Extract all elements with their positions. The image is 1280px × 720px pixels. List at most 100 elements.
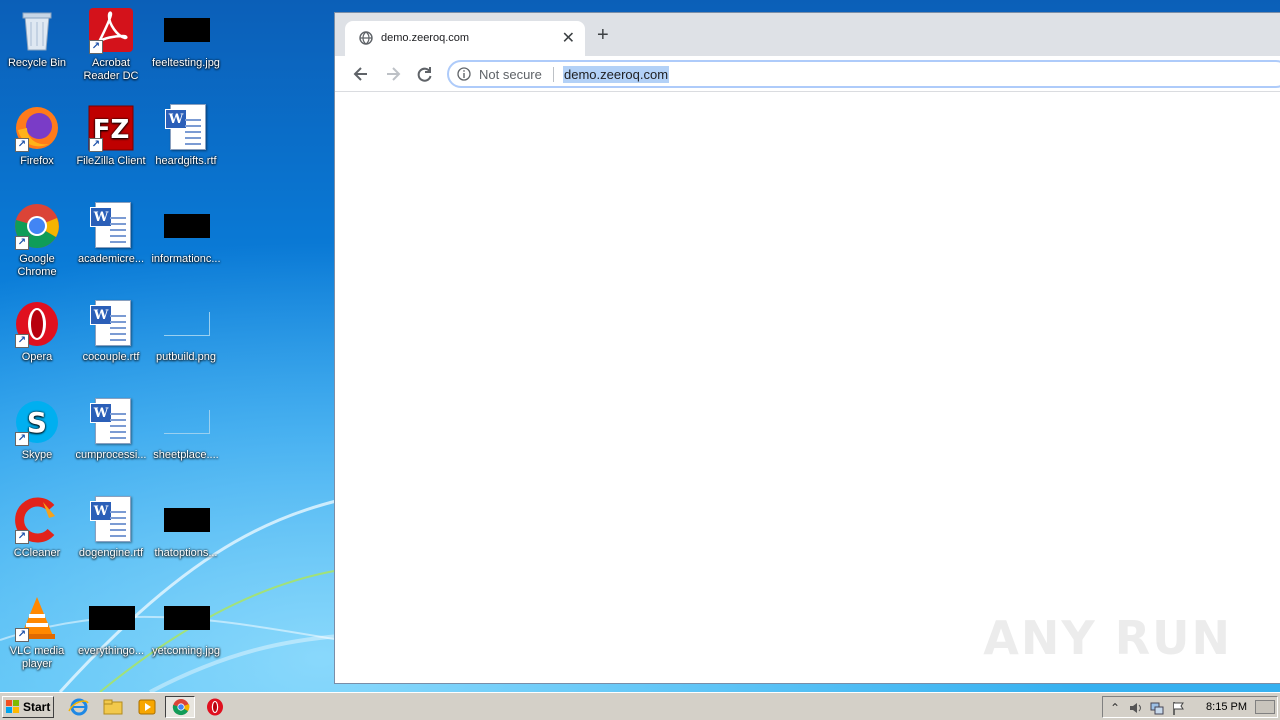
image-file-icon <box>87 594 135 642</box>
desktop-icon-label: FileZilla Client <box>76 155 146 167</box>
shortcut-arrow-icon: ↗ <box>15 432 29 446</box>
info-icon[interactable] <box>457 67 471 81</box>
desktop-icon-recycle-bin[interactable]: Recycle Bin <box>0 6 74 70</box>
desktop-icon-yetcoming[interactable]: yetcoming.jpg <box>149 594 223 658</box>
desktop-icon-firefox[interactable]: ↗ Firefox <box>0 104 74 168</box>
filezilla-icon: FZ ↗ <box>87 104 135 152</box>
desktop-icon-label: Google Chrome <box>17 253 57 278</box>
desktop-icon-label: sheetplace.... <box>153 449 219 461</box>
desktop-icon-label: cocouple.rtf <box>82 351 140 363</box>
chrome-taskbar-icon[interactable] <box>165 696 195 718</box>
desktop-icon-everythingo[interactable]: everythingo... <box>74 594 148 658</box>
image-file-icon <box>162 496 210 544</box>
acrobat-icon: ↗ <box>87 6 135 54</box>
desktop-icon-label: VLC media player <box>9 645 65 670</box>
image-file-icon <box>162 398 210 446</box>
desktop-icon-putbuild[interactable]: putbuild.png <box>149 300 223 364</box>
image-file-icon <box>162 300 210 348</box>
network-icon[interactable] <box>1149 700 1165 716</box>
browser-toolbar: Not secure demo.zeeroq.com <box>335 56 1280 92</box>
opera-taskbar-icon[interactable] <box>204 697 226 717</box>
desktop-icon-label: Firefox <box>20 155 54 167</box>
desktop-icon-feeltesting[interactable]: feeltesting.jpg <box>149 6 223 70</box>
firefox-icon: ↗ <box>13 104 61 152</box>
skype-icon: S ↗ <box>13 398 61 446</box>
shortcut-arrow-icon: ↗ <box>89 138 103 152</box>
media-player-icon[interactable] <box>136 697 158 717</box>
shortcut-arrow-icon: ↗ <box>15 530 29 544</box>
start-label: Start <box>23 700 51 714</box>
action-center-flag-icon[interactable] <box>1171 700 1187 716</box>
browser-tab[interactable]: demo.zeeroq.com ✕ <box>345 21 585 56</box>
tab-title: demo.zeeroq.com <box>381 32 470 44</box>
desktop-icon-ccleaner[interactable]: ↗ CCleaner <box>0 496 74 560</box>
taskbar: Start ⌃ 8:15 PM <box>0 692 1280 720</box>
word-doc-icon: W <box>87 398 135 446</box>
shortcut-arrow-icon: ↗ <box>15 628 29 642</box>
image-file-icon <box>162 594 210 642</box>
clock[interactable]: 8:15 PM <box>1206 701 1247 713</box>
desktop-icon-label: heardgifts.rtf <box>155 155 217 167</box>
globe-icon <box>359 31 373 45</box>
desktop-icon-academicre[interactable]: W academicre... <box>74 202 148 266</box>
address-bar[interactable]: Not secure demo.zeeroq.com <box>447 60 1280 88</box>
desktop-icon-label: dogengine.rtf <box>78 547 144 559</box>
desktop-icon-informationc[interactable]: informationc... <box>149 202 223 266</box>
word-doc-icon: W <box>87 300 135 348</box>
new-tab-icon[interactable]: + <box>597 25 609 45</box>
desktop-icon-label: CCleaner <box>13 547 61 559</box>
desktop-icon-skype[interactable]: S ↗ Skype <box>0 398 74 462</box>
desktop-icon-label: feeltesting.jpg <box>152 57 220 69</box>
internet-explorer-icon[interactable] <box>68 697 90 717</box>
svg-text:S: S <box>27 406 47 439</box>
start-button[interactable]: Start <box>2 696 54 718</box>
reload-icon[interactable] <box>415 64 435 84</box>
ccleaner-icon: ↗ <box>13 496 61 544</box>
desktop-icon-label: yetcoming.jpg <box>152 645 220 657</box>
desktop-icon-label: cumprocessi... <box>75 449 147 461</box>
desktop-icon-filezilla[interactable]: FZ ↗ FileZilla Client <box>74 104 148 168</box>
url-text[interactable]: demo.zeeroq.com <box>563 66 670 83</box>
desktop-icon-label: everythingo... <box>77 645 145 657</box>
desktop-icon-label: Recycle Bin <box>7 57 67 69</box>
recycle-bin-icon <box>13 6 61 54</box>
chrome-window: demo.zeeroq.com ✕ + Not secure demo.zeer… <box>334 12 1280 684</box>
word-doc-icon: W <box>162 104 210 152</box>
desktop-icon-heardgifts[interactable]: W heardgifts.rtf <box>149 104 223 168</box>
system-tray: ⌃ 8:15 PM <box>1102 696 1278 718</box>
desktop-icon-label: putbuild.png <box>156 351 216 363</box>
desktop-icon-opera[interactable]: ↗ Opera <box>0 300 74 364</box>
tab-strip: demo.zeeroq.com ✕ + <box>335 13 1280 56</box>
desktop-icon-acrobat[interactable]: ↗ Acrobat Reader DC <box>74 6 148 83</box>
image-file-icon <box>162 6 210 54</box>
desktop-icon-thatoptions[interactable]: thatoptions... <box>149 496 223 560</box>
show-desktop-button[interactable] <box>1255 700 1275 714</box>
desktop-icon-vlc[interactable]: ↗ VLC media player <box>0 594 74 671</box>
shortcut-arrow-icon: ↗ <box>15 334 29 348</box>
back-arrow-icon[interactable] <box>351 64 371 84</box>
windows-logo-icon <box>6 700 20 714</box>
desktop-icon-label: academicre... <box>77 253 145 265</box>
anyrun-watermark: ANY RUN <box>983 611 1232 665</box>
vlc-icon: ↗ <box>13 594 61 642</box>
shortcut-arrow-icon: ↗ <box>15 138 29 152</box>
tab-close-icon[interactable]: ✕ <box>562 28 575 48</box>
desktop-icon-cocouple[interactable]: W cocouple.rtf <box>74 300 148 364</box>
security-label[interactable]: Not secure <box>479 67 542 82</box>
file-explorer-icon[interactable] <box>102 697 124 717</box>
page-content[interactable]: ANY RUN <box>335 92 1280 683</box>
desktop-icon-label: Acrobat Reader DC <box>83 57 139 82</box>
desktop-icon-label: Opera <box>21 351 53 363</box>
show-hidden-icons-icon[interactable]: ⌃ <box>1107 700 1123 716</box>
desktop-icon-sheetplace[interactable]: sheetplace.... <box>149 398 223 462</box>
omnibox-separator <box>553 67 554 82</box>
desktop-icon-label: Skype <box>21 449 53 461</box>
shortcut-arrow-icon: ↗ <box>15 236 29 250</box>
desktop-icon-google-chrome[interactable]: ↗ Google Chrome <box>0 202 74 279</box>
opera-icon: ↗ <box>13 300 61 348</box>
desktop-icon-dogengine[interactable]: W dogengine.rtf <box>74 496 148 560</box>
forward-arrow-icon[interactable] <box>383 64 403 84</box>
word-doc-icon: W <box>87 202 135 250</box>
volume-icon[interactable] <box>1127 700 1143 716</box>
desktop-icon-cumprocessi[interactable]: W cumprocessi... <box>74 398 148 462</box>
